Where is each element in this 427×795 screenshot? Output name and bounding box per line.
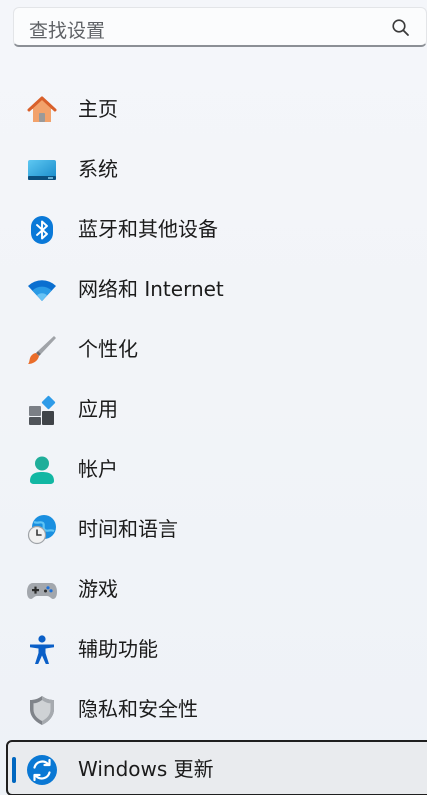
nav-item-time-language[interactable]: 时间和语言 bbox=[0, 500, 427, 560]
nav-item-label: 主页 bbox=[78, 97, 118, 121]
nav-item-network[interactable]: 网络和 Internet bbox=[0, 260, 427, 320]
bluetooth-icon bbox=[31, 216, 53, 244]
shield-icon bbox=[30, 696, 54, 725]
wifi-icon bbox=[28, 280, 56, 301]
system-icon bbox=[28, 160, 56, 180]
nav-item-label: 蓝牙和其他设备 bbox=[78, 217, 218, 241]
nav-item-label: 系统 bbox=[78, 157, 118, 181]
nav-item-label: 应用 bbox=[78, 397, 118, 421]
nav-item-label: Windows 更新 bbox=[78, 757, 214, 781]
nav-item-label: 隐私和安全性 bbox=[78, 697, 198, 721]
home-icon bbox=[27, 96, 57, 122]
nav-item-label: 个性化 bbox=[78, 337, 138, 361]
nav-item-label: 时间和语言 bbox=[78, 517, 178, 541]
search-icon[interactable] bbox=[391, 18, 411, 38]
nav-item-home[interactable]: 主页 bbox=[0, 80, 427, 140]
nav-item-accessibility[interactable]: 辅助功能 bbox=[0, 620, 427, 680]
nav-item-windows-update[interactable]: Windows 更新 bbox=[0, 740, 427, 795]
settings-navigation: 主页 系统 蓝牙和其他设备 网络和 Internet 个性化 应用 帐户 时间和… bbox=[0, 80, 427, 795]
nav-item-privacy-security[interactable]: 隐私和安全性 bbox=[0, 680, 427, 740]
search-box[interactable]: 查找设置 bbox=[13, 7, 427, 47]
gamepad-icon bbox=[27, 583, 57, 599]
nav-item-label: 辅助功能 bbox=[78, 637, 158, 661]
selected-indicator bbox=[12, 757, 16, 783]
nav-item-gaming[interactable]: 游戏 bbox=[0, 560, 427, 620]
accessibility-icon bbox=[30, 635, 54, 664]
account-icon bbox=[30, 456, 54, 484]
paintbrush-icon bbox=[28, 336, 56, 364]
nav-item-system[interactable]: 系统 bbox=[0, 140, 427, 200]
nav-item-personalization[interactable]: 个性化 bbox=[0, 320, 427, 380]
globe-clock-icon bbox=[27, 515, 56, 545]
search-placeholder: 查找设置 bbox=[29, 20, 106, 42]
nav-item-apps[interactable]: 应用 bbox=[0, 380, 427, 440]
nav-item-label: 网络和 Internet bbox=[78, 277, 224, 301]
nav-item-accounts[interactable]: 帐户 bbox=[0, 440, 427, 500]
nav-item-label: 游戏 bbox=[78, 577, 118, 601]
nav-item-label: 帐户 bbox=[78, 457, 118, 481]
selection-highlight bbox=[6, 740, 427, 795]
apps-icon bbox=[29, 395, 56, 425]
nav-item-bluetooth[interactable]: 蓝牙和其他设备 bbox=[0, 200, 427, 260]
windows-update-icon bbox=[27, 755, 57, 785]
